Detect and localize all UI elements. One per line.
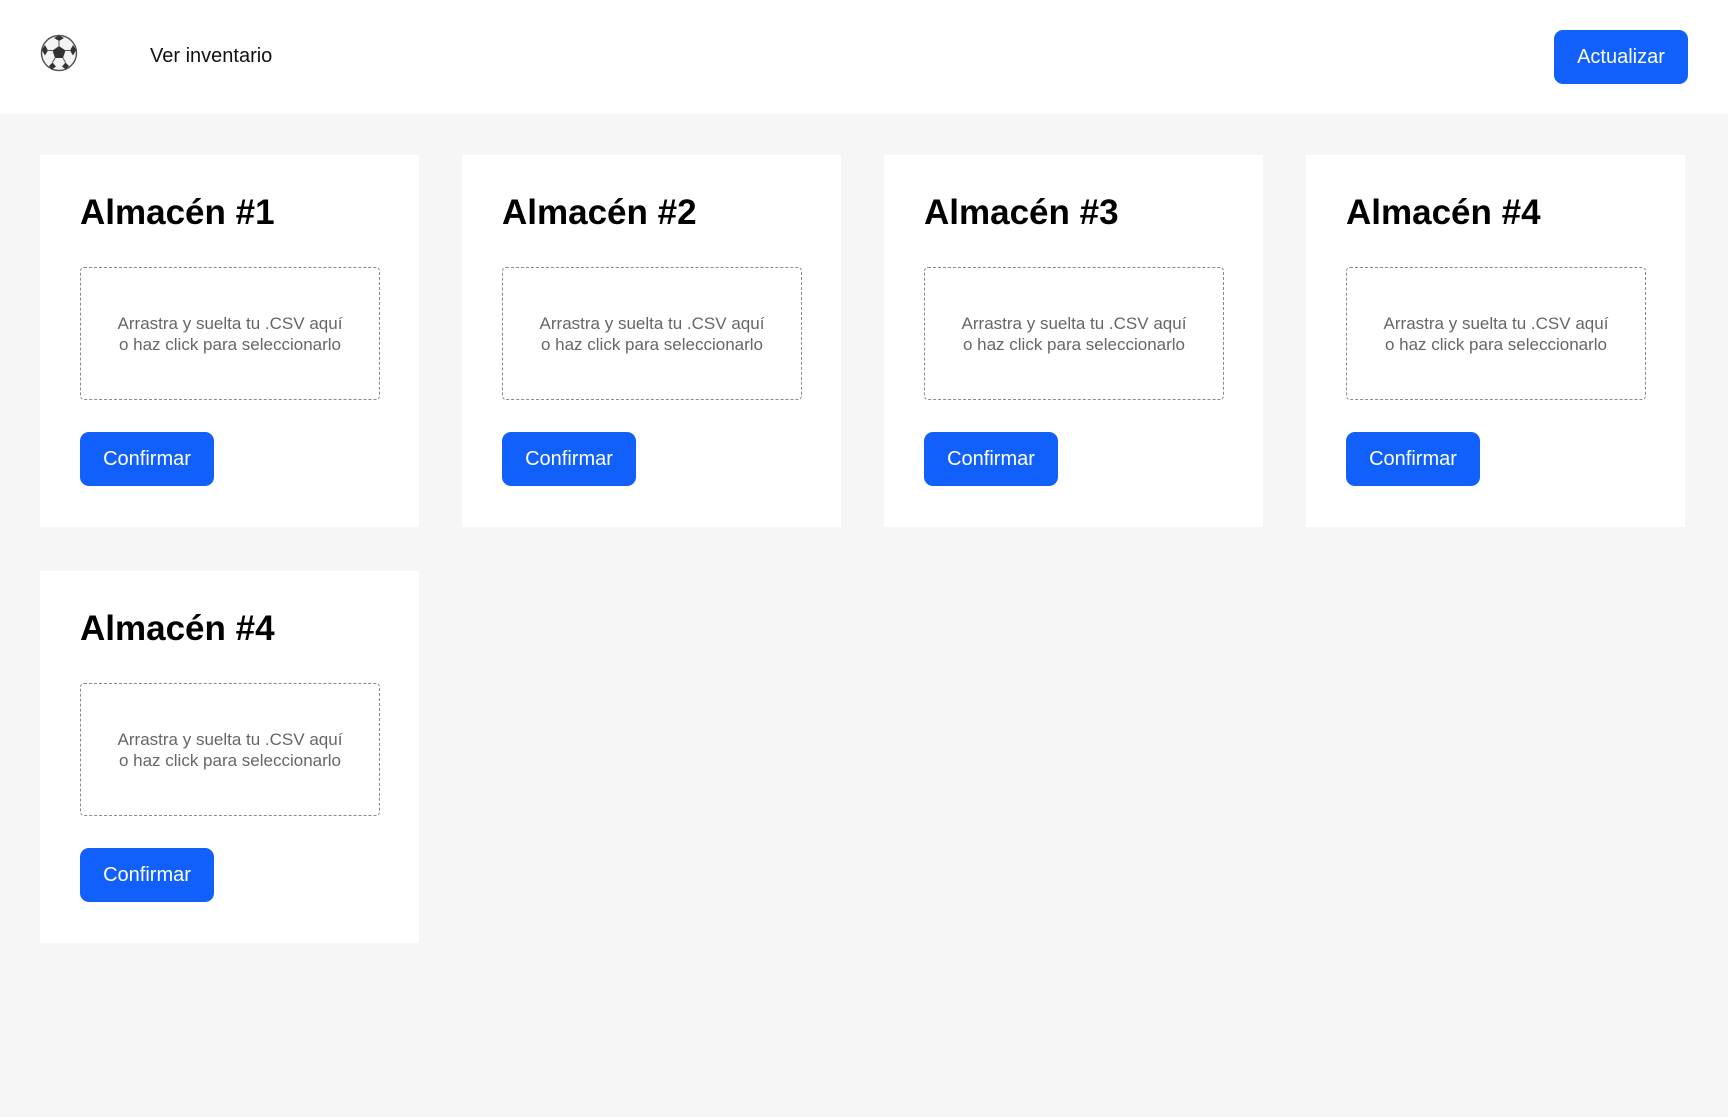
top-bar: Ver inventario Actualizar — [0, 0, 1728, 114]
warehouse-card-5: Almacén #4 Arrastra y suelta tu .CSV aqu… — [40, 571, 419, 943]
csv-dropzone[interactable]: Arrastra y suelta tu .CSV aquí o haz cli… — [1346, 267, 1646, 400]
confirm-button[interactable]: Confirmar — [1346, 432, 1480, 486]
card-title: Almacén #4 — [80, 609, 275, 648]
csv-dropzone[interactable]: Arrastra y suelta tu .CSV aquí o haz cli… — [80, 683, 380, 816]
csv-dropzone[interactable]: Arrastra y suelta tu .CSV aquí o haz cli… — [80, 267, 380, 400]
dropzone-text: Arrastra y suelta tu .CSV aquí o haz cli… — [961, 313, 1187, 354]
card-title: Almacén #3 — [924, 193, 1119, 232]
warehouse-card-3: Almacén #3 Arrastra y suelta tu .CSV aqu… — [884, 155, 1263, 527]
card-title: Almacén #4 — [1346, 193, 1541, 232]
warehouse-grid: Almacén #1 Arrastra y suelta tu .CSV aqu… — [40, 155, 1688, 943]
confirm-button[interactable]: Confirmar — [80, 848, 214, 902]
refresh-button[interactable]: Actualizar — [1554, 30, 1688, 84]
warehouse-card-1: Almacén #1 Arrastra y suelta tu .CSV aqu… — [40, 155, 419, 527]
dropzone-text: Arrastra y suelta tu .CSV aquí o haz cli… — [1383, 313, 1609, 354]
dropzone-text: Arrastra y suelta tu .CSV aquí o haz cli… — [539, 313, 765, 354]
csv-dropzone[interactable]: Arrastra y suelta tu .CSV aquí o haz cli… — [924, 267, 1224, 400]
card-title: Almacén #1 — [80, 193, 275, 232]
confirm-button[interactable]: Confirmar — [502, 432, 636, 486]
csv-dropzone[interactable]: Arrastra y suelta tu .CSV aquí o haz cli… — [502, 267, 802, 400]
warehouse-card-2: Almacén #2 Arrastra y suelta tu .CSV aqu… — [462, 155, 841, 527]
nav-link-ver-inventario[interactable]: Ver inventario — [150, 44, 272, 68]
dropzone-text: Arrastra y suelta tu .CSV aquí o haz cli… — [117, 729, 343, 770]
confirm-button[interactable]: Confirmar — [924, 432, 1058, 486]
soccer-ball-icon[interactable] — [40, 34, 78, 72]
dropzone-text: Arrastra y suelta tu .CSV aquí o haz cli… — [117, 313, 343, 354]
confirm-button[interactable]: Confirmar — [80, 432, 214, 486]
warehouse-card-4: Almacén #4 Arrastra y suelta tu .CSV aqu… — [1306, 155, 1685, 527]
card-title: Almacén #2 — [502, 193, 697, 232]
